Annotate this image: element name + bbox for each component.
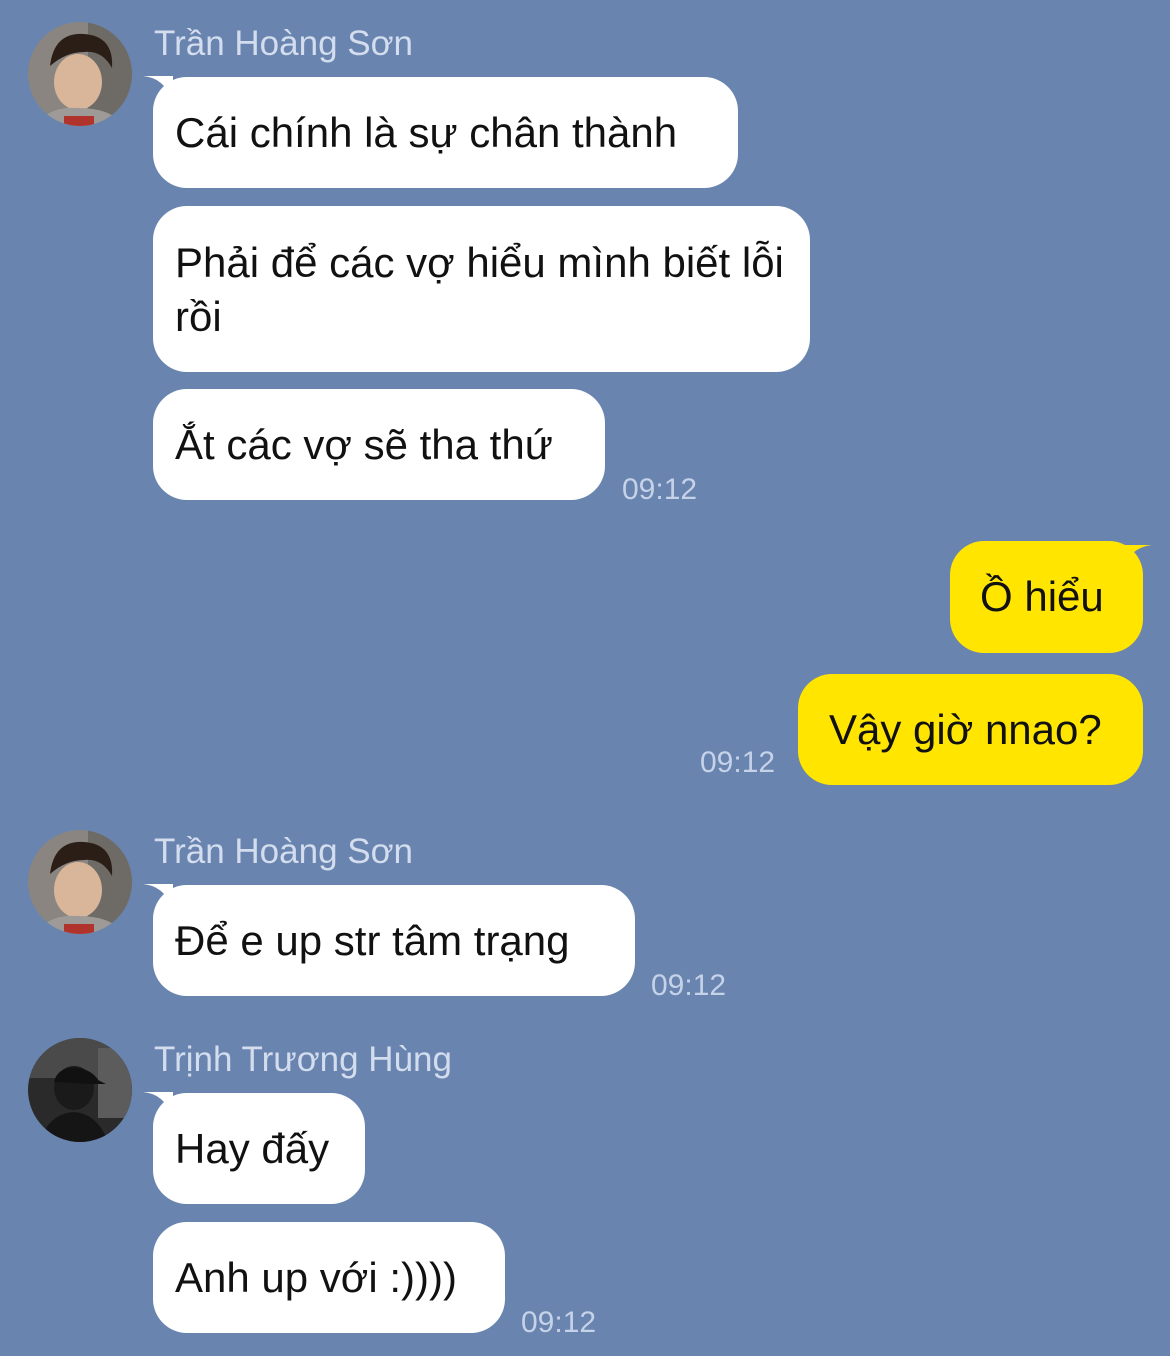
message-timestamp: 09:12 (651, 969, 727, 1002)
avatar-trinh-truong-hung[interactable] (28, 1038, 132, 1142)
sender-name: Trần Hoàng Sơn (154, 832, 414, 871)
message-bubble[interactable]: Để e up str tâm trạng (153, 885, 635, 996)
message-bubble[interactable]: Ắt các vợ sẽ tha thứ (153, 389, 605, 500)
message-text: Phải để các vợ hiểu mình biết lỗi rồi (175, 239, 784, 340)
message-timestamp: 09:12 (521, 1306, 597, 1339)
message-bubble[interactable]: Anh up với :)))) (153, 1222, 505, 1333)
message-bubble[interactable]: Cái chính là sự chân thành (153, 77, 738, 188)
message-bubble[interactable]: Ồ hiểu (950, 541, 1143, 653)
sender-name: Trịnh Trương Hùng (154, 1040, 452, 1079)
message-timestamp: 09:12 (700, 746, 776, 779)
message-bubble[interactable]: Vậy giờ nnao? (798, 674, 1143, 785)
message-text: Cái chính là sự chân thành (175, 108, 678, 156)
message-text: Ồ hiểu (980, 573, 1104, 620)
message-text: Ắt các vợ sẽ tha thứ (175, 420, 553, 468)
message-text: Hay đấy (175, 1124, 330, 1172)
sender-name: Trần Hoàng Sơn (154, 24, 414, 63)
message-timestamp: 09:12 (622, 473, 698, 506)
avatar-tran-hoang-son[interactable] (28, 830, 132, 934)
message-bubble[interactable]: Phải để các vợ hiểu mình biết lỗi rồi (153, 206, 810, 372)
message-text: Vậy giờ nnao? (829, 705, 1102, 753)
avatar-tran-hoang-son[interactable] (28, 22, 132, 126)
message-bubble[interactable]: Hay đấy (153, 1093, 365, 1204)
message-text: Anh up với :)))) (175, 1253, 457, 1301)
message-text: Để e up str tâm trạng (175, 916, 570, 964)
